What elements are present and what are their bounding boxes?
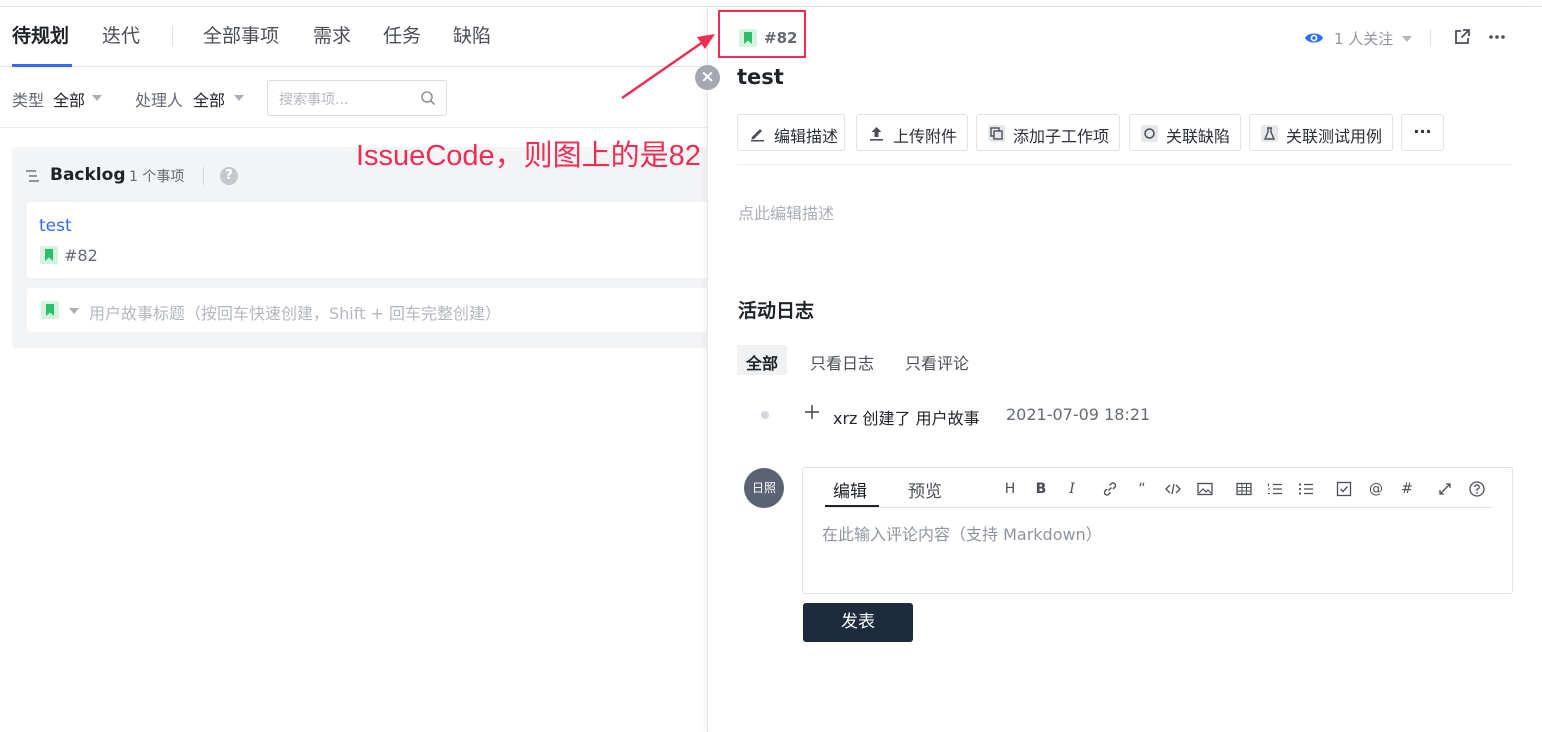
- upload-attachment-button[interactable]: 上传附件: [856, 114, 968, 151]
- open-external-icon[interactable]: [1453, 28, 1471, 46]
- type-filter-caret-icon[interactable]: [92, 95, 102, 101]
- close-panel-icon[interactable]: ×: [695, 65, 720, 90]
- timeline-dot: [761, 411, 769, 419]
- quote-icon[interactable]: “: [1133, 480, 1151, 498]
- tab-divider: [172, 26, 173, 46]
- defect-icon: [1141, 125, 1158, 142]
- link-defect-button[interactable]: 关联缺陷: [1129, 114, 1241, 151]
- search-input[interactable]: 搜索事项...: [267, 80, 447, 116]
- italic-icon[interactable]: I: [1063, 480, 1081, 498]
- upload-icon: [870, 127, 883, 141]
- active-tab-indicator: [12, 64, 72, 67]
- link-icon[interactable]: [1101, 480, 1119, 498]
- backlog-group: Backlog 1 个事项 ? test #82 用户故事标题（按回车快速创建，…: [12, 147, 707, 348]
- bullet-list-icon[interactable]: [1297, 480, 1315, 498]
- add-subtask-label: 添加子工作项: [1013, 127, 1110, 146]
- toolbar-divider: [737, 164, 1512, 165]
- activity-tab-all[interactable]: 全部: [737, 345, 788, 375]
- chevron-down-icon: [1402, 36, 1412, 42]
- backlog-item-title[interactable]: test: [39, 216, 72, 236]
- add-subtask-button[interactable]: 添加子工作项: [976, 114, 1120, 151]
- upload-attachment-label: 上传附件: [893, 127, 958, 146]
- activity-log-title: 活动日志: [738, 300, 815, 322]
- annotation-highlight-box: [718, 10, 806, 58]
- tab-iteration[interactable]: 迭代: [102, 21, 140, 48]
- quick-create-row[interactable]: 用户故事标题（按回车快速创建，Shift + 回车完整创建）: [27, 288, 707, 332]
- tab-all-items[interactable]: 全部事项: [203, 21, 279, 48]
- more-actions-button[interactable]: ···: [1401, 114, 1444, 151]
- avatar: 日照: [744, 468, 784, 508]
- comment-input[interactable]: 在此输入评论内容（支持 Markdown）: [822, 521, 1102, 545]
- type-filter-value[interactable]: 全部: [53, 87, 85, 111]
- heading-icon[interactable]: H: [1001, 480, 1019, 498]
- editor-tab-edit[interactable]: 编辑: [833, 477, 867, 502]
- activity-tab-logs[interactable]: 只看日志: [801, 345, 883, 375]
- top-border: [0, 0, 1542, 7]
- table-icon[interactable]: [1235, 480, 1253, 498]
- mention-icon[interactable]: @: [1367, 480, 1385, 498]
- quick-create-input[interactable]: 用户故事标题（按回车快速创建，Shift + 回车完整创建）: [89, 300, 501, 324]
- item-type-caret-icon[interactable]: [69, 308, 79, 314]
- backlog-list-icon: [26, 170, 39, 182]
- search-placeholder: 搜索事项...: [279, 92, 349, 108]
- link-testcase-button[interactable]: 关联测试用例: [1249, 114, 1393, 151]
- flask-icon: [1261, 125, 1278, 142]
- backlog-pane: 待规划 迭代 全部事项 需求 任务 缺陷 类型 全部 处理人 全部 搜索事项..…: [0, 7, 707, 732]
- editor-active-tab-indicator: [825, 505, 879, 507]
- checkbox-icon[interactable]: [1335, 480, 1353, 498]
- filter-bar: 类型 全部 处理人 全部 搜索事项...: [0, 68, 707, 128]
- user-story-icon[interactable]: [41, 301, 59, 319]
- tab-tasks[interactable]: 任务: [383, 21, 421, 48]
- watchers-count: 1 人关注: [1334, 30, 1394, 48]
- editor-tab-preview[interactable]: 预览: [908, 477, 942, 502]
- link-testcase-label: 关联测试用例: [1286, 127, 1383, 146]
- activity-tab-comments[interactable]: 只看评论: [896, 345, 978, 375]
- fullscreen-icon[interactable]: [1436, 480, 1454, 498]
- backlog-title[interactable]: Backlog: [50, 165, 126, 185]
- annotation-text: IssueCode，则图上的是82: [356, 140, 701, 172]
- code-icon[interactable]: [1164, 480, 1182, 498]
- bold-icon[interactable]: B: [1032, 480, 1050, 498]
- comment-editor: 编辑 预览 H B I “ @ # 在此输入评论内容（支持 Markdown）: [802, 467, 1513, 594]
- tab-defects[interactable]: 缺陷: [453, 21, 491, 48]
- link-defect-label: 关联缺陷: [1166, 127, 1231, 146]
- assignee-filter-label: 处理人: [135, 91, 184, 110]
- hashtag-icon[interactable]: #: [1398, 480, 1416, 498]
- editor-toolbar-divider: [825, 507, 1493, 508]
- log-entry-text: xrz 创建了 用户故事: [833, 409, 980, 428]
- plus-icon: [805, 405, 819, 419]
- issue-detail-panel: #82 1 人关注 test 编辑描述 上传附件 添加子工作项 关联缺陷 关联测…: [707, 7, 1542, 732]
- help-icon[interactable]: [1468, 480, 1486, 498]
- assignee-filter-value[interactable]: 全部: [193, 87, 225, 111]
- watch-toggle[interactable]: 1 人关注: [1304, 27, 1424, 49]
- user-story-icon: [40, 246, 58, 264]
- description-placeholder[interactable]: 点此编辑描述: [738, 200, 834, 224]
- app-root: 待规划 迭代 全部事项 需求 任务 缺陷 类型 全部 处理人 全部 搜索事项..…: [0, 0, 1542, 732]
- backlog-count: 1 个事项: [129, 169, 185, 185]
- more-icon[interactable]: [1487, 28, 1507, 46]
- edit-description-button[interactable]: 编辑描述: [737, 114, 845, 151]
- backlog-divider: [203, 167, 204, 185]
- header-divider: [1430, 29, 1431, 47]
- tab-planning[interactable]: 待规划: [12, 21, 69, 48]
- edit-description-label: 编辑描述: [774, 127, 839, 146]
- issue-title[interactable]: test: [737, 65, 784, 89]
- ordered-list-icon[interactable]: [1266, 480, 1284, 498]
- image-icon[interactable]: [1196, 480, 1214, 498]
- type-filter-label: 类型: [12, 91, 45, 110]
- submit-comment-button[interactable]: 发表: [803, 603, 913, 642]
- more-icon: ···: [1413, 122, 1432, 141]
- eye-icon: [1305, 33, 1323, 43]
- action-toolbar: 编辑描述 上传附件 添加子工作项 关联缺陷 关联测试用例 ···: [737, 114, 1537, 152]
- log-entry-time: 2021-07-09 18:21: [1006, 405, 1151, 424]
- backlog-item-code: #82: [64, 246, 98, 265]
- help-icon[interactable]: ?: [220, 167, 238, 185]
- backlog-item-card[interactable]: test #82: [27, 202, 707, 278]
- subtask-icon: [988, 125, 1005, 142]
- main-tabs: 待规划 迭代 全部事项 需求 任务 缺陷: [0, 7, 707, 67]
- search-icon[interactable]: [420, 90, 436, 106]
- assignee-filter-caret-icon[interactable]: [234, 95, 244, 101]
- pencil-icon: [751, 129, 764, 142]
- tab-requirements[interactable]: 需求: [313, 21, 351, 48]
